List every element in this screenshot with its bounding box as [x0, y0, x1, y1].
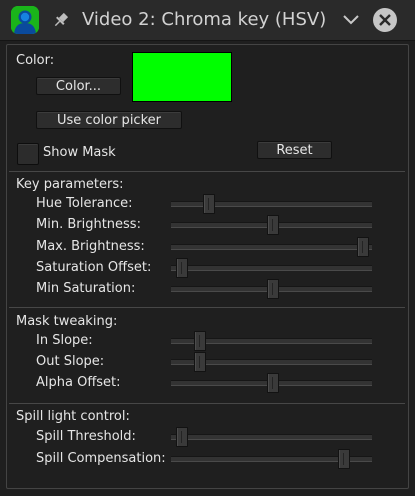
parameter-slider[interactable] [171, 236, 372, 257]
slider-groove[interactable] [171, 201, 372, 207]
close-icon[interactable] [373, 8, 397, 32]
slider-label: Min Saturation: [36, 281, 136, 296]
parameter-slider[interactable] [171, 215, 372, 236]
slider-handle[interactable] [266, 215, 279, 236]
reset-button[interactable]: Reset [257, 141, 332, 159]
slider-handle[interactable] [193, 352, 206, 372]
slider-label: In Slope: [36, 333, 93, 348]
separator [9, 171, 405, 172]
slider-groove[interactable] [171, 434, 372, 440]
slider-handle[interactable] [266, 373, 279, 393]
separator [9, 403, 405, 404]
parameter-slider[interactable] [171, 331, 372, 351]
slider-groove[interactable] [171, 264, 372, 271]
parameter-slider[interactable] [171, 449, 372, 469]
window-title: Video 2: Chroma key (HSV) [82, 9, 327, 30]
separator [9, 307, 405, 308]
spill-light-control-heading: Spill light control: [16, 409, 130, 424]
slider-handle[interactable] [203, 194, 216, 214]
window-titlebar: Video 2: Chroma key (HSV) [0, 0, 415, 41]
parameter-slider[interactable] [171, 352, 372, 372]
slider-groove[interactable] [171, 243, 372, 250]
use-color-picker-button[interactable]: Use color picker [36, 111, 182, 129]
slider-label: Max. Brightness: [36, 238, 145, 254]
key-parameters-heading: Key parameters: [16, 177, 124, 192]
slider-label: Hue Tolerance: [36, 196, 133, 211]
parameter-slider[interactable] [171, 194, 372, 214]
slider-handle[interactable] [357, 236, 370, 257]
slider-label: Saturation Offset: [36, 259, 152, 275]
slider-label: Spill Compensation: [36, 451, 166, 466]
slider-label: Alpha Offset: [36, 375, 121, 390]
color-button[interactable]: Color... [36, 77, 121, 95]
parameter-slider[interactable] [171, 257, 372, 278]
parameter-slider[interactable] [171, 279, 372, 299]
parameter-slider[interactable] [171, 373, 372, 393]
color-label: Color: [16, 53, 55, 68]
slider-label: Out Slope: [36, 354, 105, 369]
slider-handle[interactable] [193, 331, 206, 351]
color-swatch[interactable] [132, 52, 232, 102]
show-mask-label: Show Mask [43, 145, 116, 160]
slider-handle[interactable] [338, 449, 351, 469]
slider-handle[interactable] [266, 279, 279, 299]
slider-handle[interactable] [175, 257, 188, 278]
show-mask-checkbox[interactable] [17, 143, 39, 165]
mask-tweaking-heading: Mask tweaking: [16, 314, 118, 329]
slider-label: Min. Brightness: [36, 217, 141, 233]
slider-label: Spill Threshold: [36, 429, 136, 444]
chevron-down-icon[interactable] [342, 13, 360, 27]
chroma-key-panel: Color: Color... Use color picker Show Ma… [6, 44, 409, 489]
parameter-slider[interactable] [171, 427, 372, 447]
app-logo-icon [11, 6, 39, 34]
slider-handle[interactable] [175, 427, 188, 447]
pin-icon[interactable] [52, 11, 70, 29]
